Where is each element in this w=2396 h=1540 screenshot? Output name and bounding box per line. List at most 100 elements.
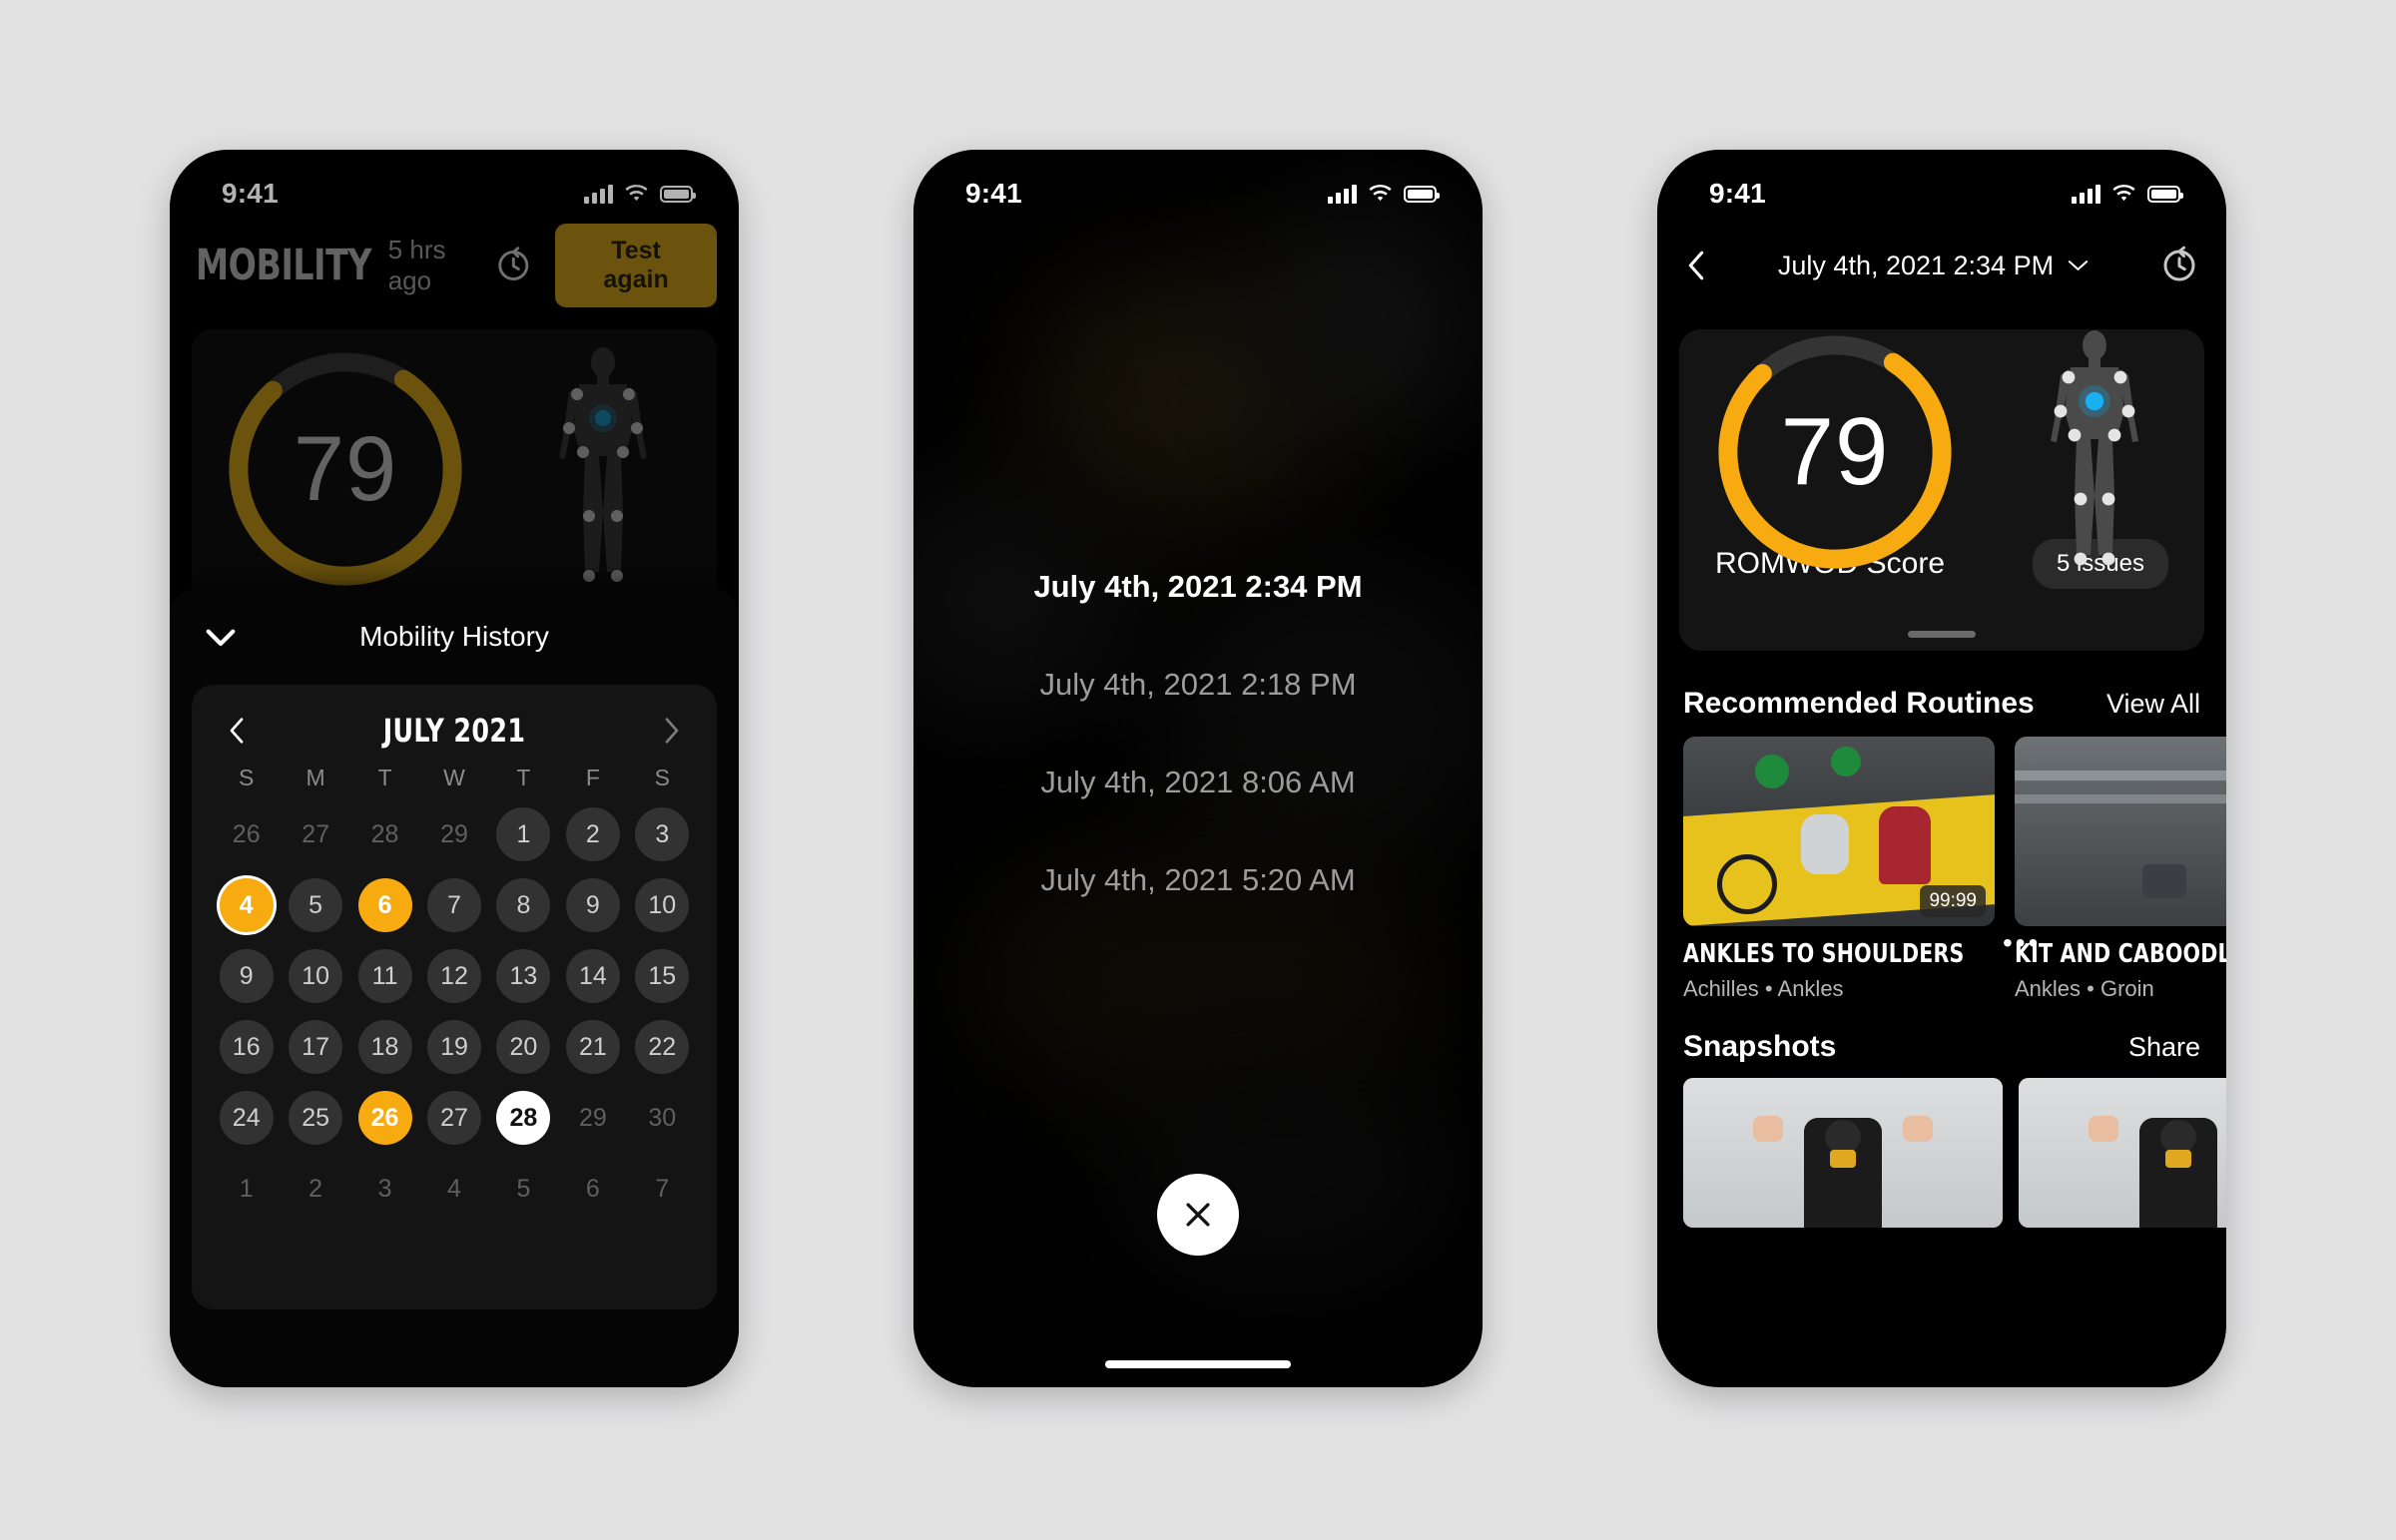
phone-mockup-mobility-history: 9:41 MOBILITY 5 hrs ago Test again 79 Mo…: [170, 150, 739, 1387]
calendar-day-13[interactable]: 13: [496, 949, 551, 1003]
snapshot-item[interactable]: [2019, 1078, 2226, 1228]
battery-icon: [2147, 185, 2183, 203]
view-all-link[interactable]: View All: [2106, 689, 2200, 720]
history-clock-icon[interactable]: [2158, 245, 2200, 286]
calendar-day-3[interactable]: 3: [358, 1162, 412, 1216]
calendar-cell: 7: [419, 874, 488, 936]
content-scroll-area[interactable]: Recommended Routines View All 99:99 ANKLE…: [1657, 669, 2226, 1387]
calendar-cell: 6: [350, 874, 419, 936]
date-option-2[interactable]: July 4th, 2021 8:06 AM: [913, 765, 1483, 800]
date-option-0[interactable]: July 4th, 2021 2:34 PM: [913, 569, 1483, 605]
calendar-cell: 29: [558, 1087, 627, 1149]
status-bar: 9:41: [1657, 150, 2226, 220]
calendar-day-4[interactable]: 4: [219, 878, 274, 932]
status-clock: 9:41: [1709, 178, 1766, 209]
calendar-day-1[interactable]: 1: [220, 1162, 274, 1216]
calendar-cell: 3: [628, 803, 697, 865]
calendar-day-7[interactable]: 7: [426, 878, 481, 932]
calendar-cell: 2: [281, 1158, 349, 1220]
snapshot-row[interactable]: [1657, 1078, 2226, 1228]
chevron-down-icon: [2068, 260, 2089, 270]
routine-title: KIT AND CABOODLE: [2015, 939, 2226, 969]
calendar-day-8[interactable]: 8: [496, 878, 551, 932]
calendar-cell: 26: [350, 1087, 419, 1149]
calendar-cell: 9: [558, 874, 627, 936]
calendar-day-2[interactable]: 2: [565, 807, 620, 861]
calendar-day-10[interactable]: 10: [289, 949, 343, 1003]
calendar-day-9[interactable]: 9: [565, 878, 620, 932]
calendar-day-17[interactable]: 17: [289, 1020, 343, 1074]
calendar-day-18[interactable]: 18: [357, 1020, 412, 1074]
calendar-day-5[interactable]: 5: [289, 878, 343, 932]
routine-card-row[interactable]: 99:99 ANKLES TO SHOULDERS ••• Achilles • An…: [1657, 737, 2226, 1002]
mobility-history-sheet: Mobility History JULY 2021 SMTWTFS 26 27 2…: [170, 589, 739, 1387]
chevron-left-icon[interactable]: [1683, 249, 1709, 282]
calendar-day-16[interactable]: 16: [219, 1020, 274, 1074]
calendar-day-14[interactable]: 14: [565, 949, 620, 1003]
calendar-day-21[interactable]: 21: [565, 1020, 620, 1074]
calendar-cell: 4: [212, 874, 281, 936]
date-option-3[interactable]: July 4th, 2021 5:20 AM: [913, 862, 1483, 898]
calendar-day-6[interactable]: 6: [566, 1162, 620, 1216]
calendar-day-19[interactable]: 19: [426, 1020, 481, 1074]
calendar-cell: 2: [558, 803, 627, 865]
calendar-day-9[interactable]: 9: [219, 949, 274, 1003]
calendar-day-3[interactable]: 3: [635, 807, 690, 861]
calendar-day-24[interactable]: 24: [219, 1091, 274, 1145]
calendar-day-26[interactable]: 26: [357, 1091, 412, 1145]
calendar-day-15[interactable]: 15: [635, 949, 690, 1003]
page-title: MOBILITY: [196, 241, 372, 290]
calendar-cell: 27: [419, 1087, 488, 1149]
calendar-day-10[interactable]: 10: [635, 878, 690, 932]
calendar-day-grid: 26 27 28 29 1 2 3 4 5 6 7 8 9 10 9 10 11 12 13 14 15 16 17 18 19…: [212, 803, 697, 1220]
calendar-day-7[interactable]: 7: [635, 1162, 689, 1216]
calendar-day-4[interactable]: 4: [427, 1162, 481, 1216]
routine-card[interactable]: 99:99 ANKLES TO SHOULDERS ••• Achilles • An…: [1683, 737, 2038, 1002]
calendar-day-2[interactable]: 2: [289, 1162, 342, 1216]
calendar-day-28[interactable]: 28: [496, 1091, 551, 1145]
calendar-day-26[interactable]: 26: [220, 807, 274, 861]
calendar-day-28[interactable]: 28: [358, 807, 412, 861]
human-body-figure-icon: [543, 344, 663, 594]
calendar-weekday-6: S: [654, 765, 670, 790]
chevron-down-icon[interactable]: [200, 616, 242, 658]
chevron-right-icon[interactable]: [659, 716, 685, 746]
calendar-day-1[interactable]: 1: [496, 807, 551, 861]
calendar-day-27[interactable]: 27: [426, 1091, 481, 1145]
close-button[interactable]: [1157, 1174, 1239, 1256]
status-bar: 9:41: [913, 150, 1483, 220]
test-again-button[interactable]: Test again: [555, 224, 717, 307]
calendar-day-29[interactable]: 29: [427, 807, 481, 861]
snapshot-item[interactable]: [1683, 1078, 2003, 1228]
calendar-cell: 1: [489, 803, 558, 865]
calendar-day-11[interactable]: 11: [357, 949, 412, 1003]
routine-title: ANKLES TO SHOULDERS: [1683, 939, 1965, 969]
calendar-day-22[interactable]: 22: [635, 1020, 690, 1074]
calendar-cell: 11: [350, 945, 419, 1007]
battery-icon: [1404, 185, 1440, 203]
date-dropdown[interactable]: July 4th, 2021 2:34 PM: [1709, 251, 2158, 281]
home-indicator: [1105, 1360, 1291, 1368]
calendar-day-6[interactable]: 6: [357, 878, 412, 932]
calendar-day-27[interactable]: 27: [289, 807, 342, 861]
drag-handle[interactable]: [1908, 631, 1976, 638]
calendar-day-29[interactable]: 29: [566, 1091, 620, 1145]
routine-thumbnail[interactable]: 99:99: [1683, 737, 1995, 926]
screenshot-stage: 9:41 MOBILITY 5 hrs ago Test again 79 Mo…: [0, 0, 2396, 1540]
wifi-icon: [625, 184, 648, 201]
routine-thumbnail[interactable]: [2015, 737, 2226, 926]
calendar-day-20[interactable]: 20: [496, 1020, 551, 1074]
chevron-left-icon[interactable]: [224, 716, 250, 746]
close-x-icon: [1186, 1203, 1210, 1227]
calendar-cell: 13: [489, 945, 558, 1007]
calendar-day-30[interactable]: 30: [635, 1091, 689, 1145]
share-link[interactable]: Share: [2128, 1032, 2200, 1063]
recommended-routines-header: Recommended Routines View All: [1657, 687, 2226, 721]
history-clock-icon[interactable]: [493, 245, 534, 286]
navigation-bar: July 4th, 2021 2:34 PM: [1657, 220, 2226, 311]
calendar-day-5[interactable]: 5: [496, 1162, 550, 1216]
routine-card[interactable]: KIT AND CABOODLE Ankles • Groin: [2015, 737, 2226, 1002]
calendar-day-25[interactable]: 25: [289, 1091, 343, 1145]
date-option-1[interactable]: July 4th, 2021 2:18 PM: [913, 667, 1483, 703]
calendar-day-12[interactable]: 12: [426, 949, 481, 1003]
